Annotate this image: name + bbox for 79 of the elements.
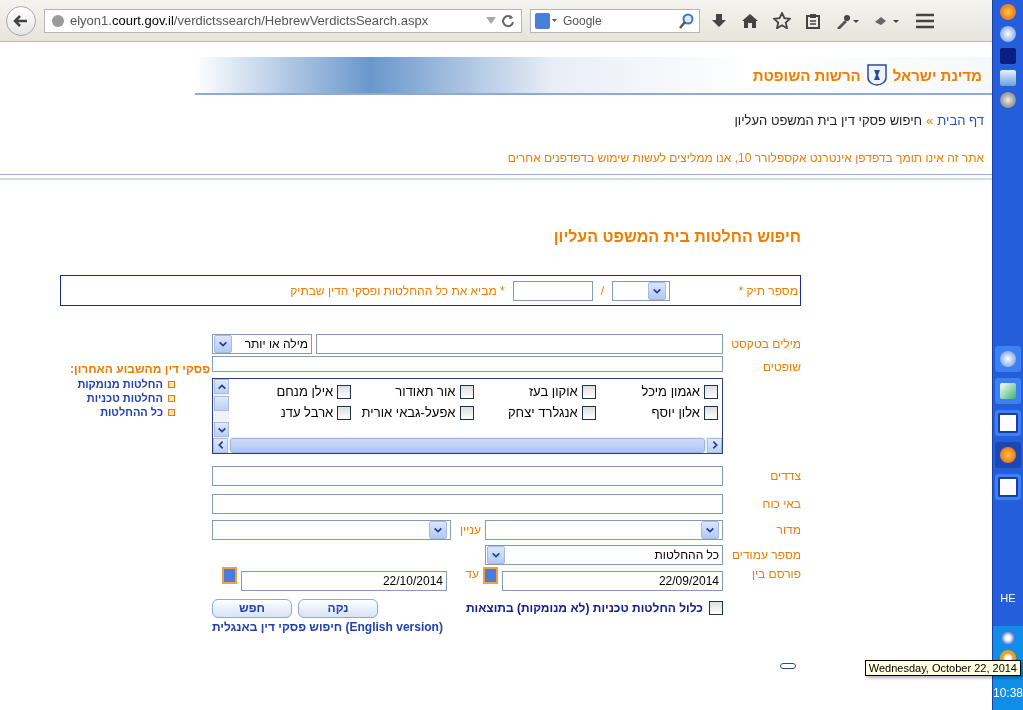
judge-option[interactable]: אוקון בעז [473, 384, 596, 399]
text-input[interactable] [316, 334, 723, 354]
judge-option[interactable]: אגמון מיכל [595, 384, 718, 399]
disc-icon[interactable] [1000, 92, 1016, 108]
taskbar-button[interactable] [995, 474, 1021, 500]
word-mode-select[interactable]: מילה או יותר [212, 334, 312, 354]
reload-icon[interactable] [501, 13, 515, 28]
field-label: מדור [775, 522, 801, 537]
department-select[interactable] [485, 519, 723, 540]
field-label: עניין [459, 522, 481, 537]
form-button[interactable]: נקה [298, 598, 378, 618]
judge-option[interactable]: אנגלרד יצחק [473, 405, 596, 420]
checkbox[interactable] [704, 384, 718, 399]
breadcrumb-separator: » [926, 113, 934, 128]
judges-input[interactable] [212, 356, 723, 372]
recent-rulings-title: פסקי דין מהשבוע האחרון: [70, 362, 210, 376]
back-arrow-icon [13, 12, 29, 29]
field-label: עד [464, 567, 479, 581]
form-button[interactable]: חפש [212, 598, 292, 618]
horizontal-scrollbar[interactable] [213, 437, 722, 453]
judge-option[interactable]: אור תאודור [351, 384, 474, 399]
bullet-icon [168, 394, 175, 402]
collapse-handle[interactable] [780, 663, 796, 669]
address-bar[interactable]: elyon1.court.gov.il/verdictssearch/HebrewVerdictsSearch.aspx [44, 8, 522, 33]
judge-option[interactable]: ארבל עדנ [229, 405, 352, 420]
checkbox[interactable] [709, 601, 723, 615]
checkbox[interactable] [337, 384, 352, 399]
field-label: מספר עמודים [730, 547, 801, 562]
date-to-input[interactable]: 22/10/2014 [241, 571, 447, 591]
taskbar-button[interactable] [995, 410, 1021, 436]
taskbar-button[interactable] [995, 442, 1021, 468]
field-label: מילים בטקסט [730, 337, 801, 351]
subject-select[interactable] [212, 519, 451, 540]
bullet-icon [168, 380, 175, 388]
date-from-input[interactable]: 22/09/2014 [502, 571, 723, 591]
browser-notice: אתר זה אינו תומך בדפדפן אינטרנט אקספלורר 10, אנו ממליצים לעשות שימוש בדפדפנים אחרים [506, 150, 985, 165]
rulings-link[interactable]: החלטות טכניות [86, 392, 175, 404]
search-field[interactable]: Google [530, 8, 700, 33]
field-label: באי כוח [761, 497, 801, 511]
breadcrumb-current: חיפוש פסקי דין בית המשפט העליון [734, 113, 923, 128]
checkbox[interactable] [581, 405, 596, 420]
checkbox[interactable] [581, 384, 596, 399]
separator-text: / [600, 283, 604, 298]
checkbox[interactable] [459, 405, 474, 420]
judge-option[interactable]: אפעל-גבאי אורית [351, 405, 474, 420]
case-number-input[interactable] [512, 280, 593, 301]
home-link[interactable]: דף הבית [937, 113, 984, 128]
star-icon[interactable] [770, 12, 794, 29]
globe-icon [51, 13, 65, 28]
rulings-link[interactable]: כל ההחלטות [100, 406, 175, 418]
parties-input[interactable] [212, 465, 723, 486]
emblem-icon [866, 64, 887, 86]
field-label: שופטים [761, 360, 801, 374]
field-label: צדדים [769, 468, 801, 483]
language-indicator[interactable]: HE [1000, 592, 1016, 604]
checkbox[interactable] [459, 384, 474, 399]
pages-select[interactable]: כל ההחלטות [485, 544, 723, 565]
checkbox-label: כלול החלטות טכניות (לא מנומקות) בתוצאות [465, 601, 703, 615]
case-hint: * מביא את כל ההחלטות ופסקי הדין שבתיק [290, 283, 505, 298]
english-link[interactable]: (English version) חיפוש פסקי דין באנגלית [212, 620, 443, 634]
judge-option[interactable]: אלון יוסף [595, 405, 718, 420]
form-title: חיפוש החלטות בית המשפט העליון [552, 228, 801, 246]
field-label: מספר תיק * [737, 283, 798, 298]
checkbox[interactable] [337, 405, 352, 420]
judge-option[interactable]: אילן מנחם [229, 384, 352, 399]
site-title: מדינת ישראל [892, 66, 982, 84]
search-icon[interactable] [679, 12, 695, 29]
vertical-scrollbar[interactable] [213, 379, 229, 437]
checkbox[interactable] [704, 405, 718, 420]
date-tooltip: Wednesday, October 22, 2014 [864, 660, 1021, 676]
field-label: פורסם בין [750, 567, 801, 581]
authority-title: הרשות השופטת [752, 66, 861, 84]
bullet-icon [168, 408, 175, 416]
back-button[interactable] [6, 5, 36, 36]
rulings-link[interactable]: החלטות מנומקות [77, 378, 175, 390]
chevron-icon [218, 339, 228, 349]
lawyers-input[interactable] [212, 494, 723, 514]
google-icon [535, 12, 557, 29]
case-type-select[interactable] [612, 280, 670, 301]
